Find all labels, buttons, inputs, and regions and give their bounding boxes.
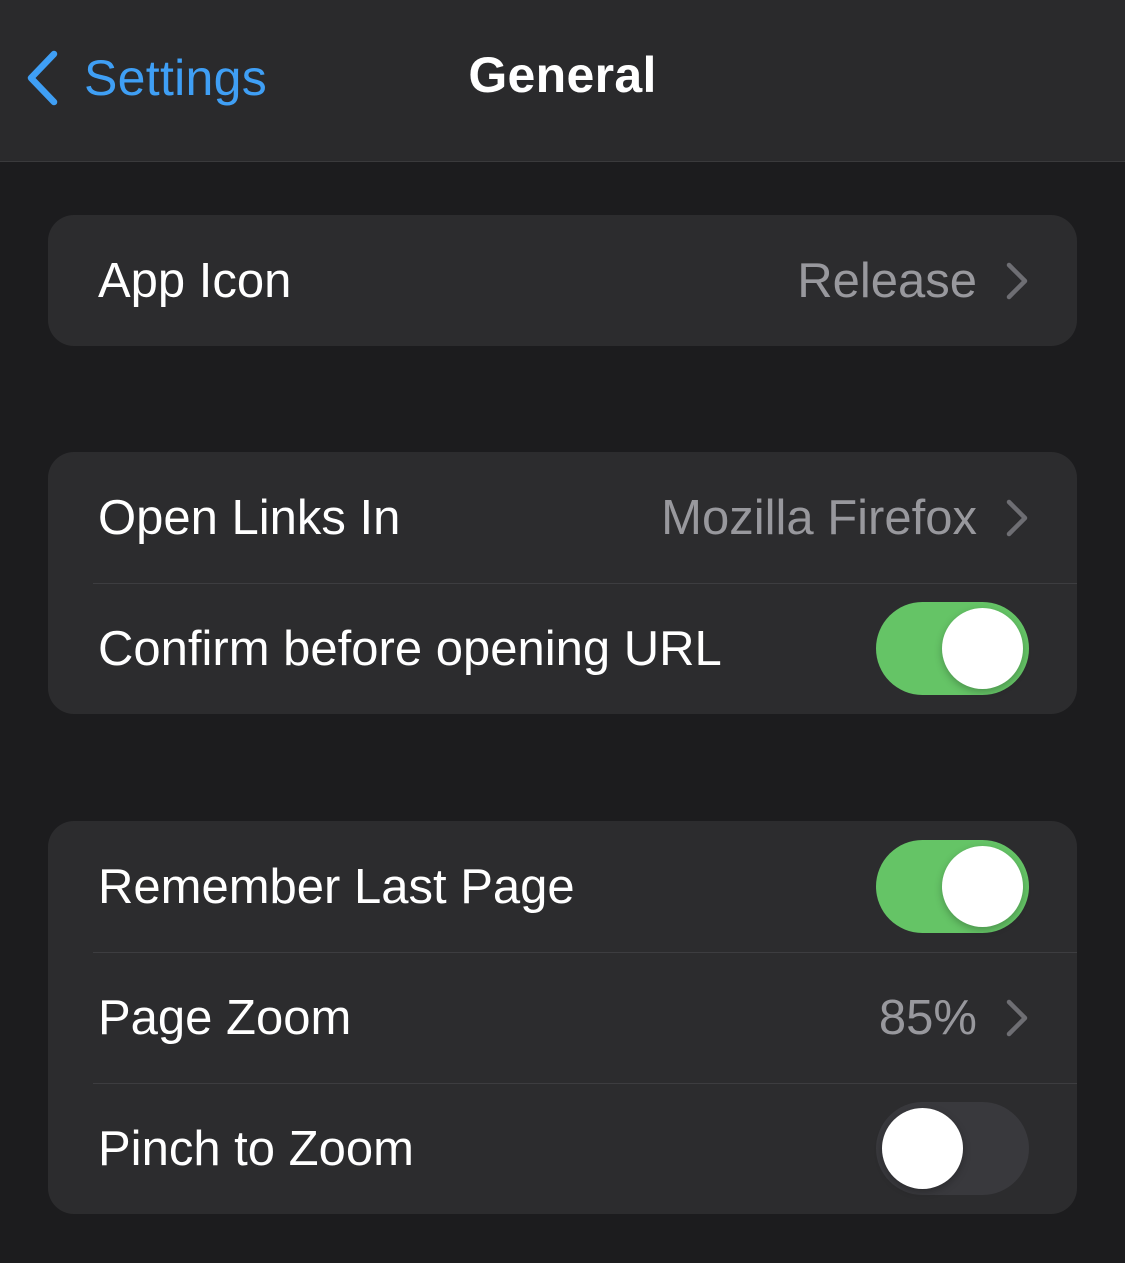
open-links-in-value: Mozilla Firefox	[661, 490, 977, 545]
app-icon-value: Release	[797, 253, 977, 308]
remember-last-page-row: Remember Last Page	[48, 821, 1077, 952]
app-icon-label: App Icon	[98, 253, 292, 308]
settings-group-app-icon: App Icon Release	[48, 215, 1077, 346]
confirm-before-opening-url-toggle[interactable]	[876, 602, 1029, 695]
pinch-to-zoom-row: Pinch to Zoom	[48, 1083, 1077, 1214]
settings-group-links: Open Links In Mozilla Firefox Confirm be…	[48, 452, 1077, 714]
confirm-before-opening-url-row: Confirm before opening URL	[48, 583, 1077, 714]
chevron-right-icon	[1006, 999, 1028, 1036]
app-icon-row[interactable]: App Icon Release	[48, 215, 1077, 346]
chevron-right-icon	[1006, 262, 1028, 299]
settings-screen: Settings General App Icon Release Open L…	[0, 0, 1125, 1263]
pinch-to-zoom-toggle[interactable]	[876, 1102, 1029, 1195]
settings-group-page: Remember Last Page Page Zoom 85% Pinch t…	[48, 821, 1077, 1214]
page-zoom-value: 85%	[878, 990, 977, 1045]
remember-last-page-toggle[interactable]	[876, 840, 1029, 933]
page-title: General	[468, 47, 657, 103]
open-links-in-label: Open Links In	[98, 490, 401, 545]
remember-last-page-label: Remember Last Page	[98, 859, 575, 914]
chevron-right-icon	[1006, 499, 1028, 536]
toggle-knob	[942, 608, 1023, 689]
confirm-before-opening-url-label: Confirm before opening URL	[98, 621, 722, 676]
toggle-knob	[942, 846, 1023, 927]
open-links-in-row[interactable]: Open Links In Mozilla Firefox	[48, 452, 1077, 583]
page-zoom-label: Page Zoom	[98, 990, 352, 1045]
navigation-bar: Settings General	[0, 0, 1125, 162]
toggle-knob	[882, 1108, 963, 1189]
pinch-to-zoom-label: Pinch to Zoom	[98, 1121, 414, 1176]
page-zoom-row[interactable]: Page Zoom 85%	[48, 952, 1077, 1083]
